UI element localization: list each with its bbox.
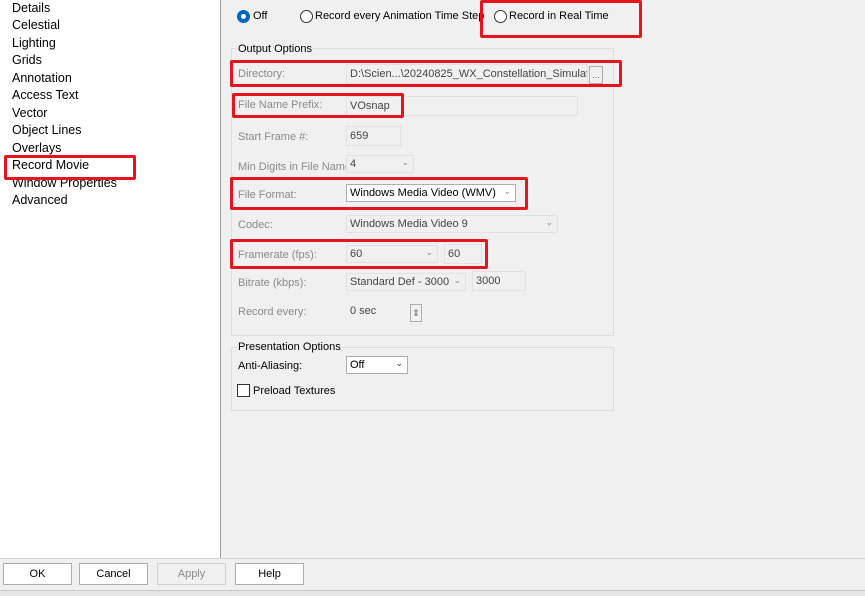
output-options-title: Output Options <box>237 43 313 55</box>
nav-item-access-text[interactable]: Access Text <box>12 87 78 103</box>
nav-item-details[interactable]: Details <box>12 0 50 16</box>
record-every-field[interactable]: 0 sec <box>346 301 408 321</box>
file-format-combo[interactable]: Windows Media Video (WMV) ⌄ <box>346 184 516 202</box>
browse-directory-button[interactable]: ... <box>589 66 603 84</box>
nav-item-advanced[interactable]: Advanced <box>12 192 68 208</box>
radio-record-every-step-label: Record every Animation Time Step <box>315 10 485 22</box>
nav-item-object-lines[interactable]: Object Lines <box>12 122 81 138</box>
bitrate-combo[interactable]: Standard Def - 3000 ⌄ <box>346 273 466 291</box>
min-digits-combo[interactable]: 4 ⌄ <box>346 155 414 173</box>
nav-item-vector[interactable]: Vector <box>12 105 47 121</box>
anti-aliasing-value: Off <box>350 359 365 371</box>
radio-off-label: Off <box>253 10 268 22</box>
bitrate-number-field[interactable]: 3000 <box>472 271 526 291</box>
ok-button[interactable]: OK <box>3 563 72 585</box>
file-prefix-label: File Name Prefix: <box>238 99 323 111</box>
bitrate-label: Bitrate (kbps): <box>238 277 307 289</box>
status-strip <box>0 590 865 596</box>
directory-field[interactable]: D:\Scien...\20240825_WX_Constellation_Si… <box>346 64 588 84</box>
anti-aliasing-combo[interactable]: Off ⌄ <box>346 356 408 374</box>
nav-item-overlays[interactable]: Overlays <box>12 140 61 156</box>
preload-textures-checkbox[interactable] <box>237 384 250 397</box>
file-prefix-field[interactable]: VOsnap <box>346 96 578 116</box>
framerate-combo[interactable]: 60 ⌄ <box>346 245 438 263</box>
apply-button[interactable]: Apply <box>157 563 226 585</box>
framerate-label: Framerate (fps): <box>238 249 317 261</box>
radio-off[interactable] <box>237 10 250 23</box>
nav-item-record-movie[interactable]: Record Movie <box>12 157 89 173</box>
cancel-button[interactable]: Cancel <box>79 563 148 585</box>
directory-label: Directory: <box>238 68 286 80</box>
chevron-down-icon: ⌄ <box>453 275 461 285</box>
start-frame-label: Start Frame #: <box>238 131 309 143</box>
presentation-options-group <box>231 347 614 411</box>
chevron-down-icon: ⌄ <box>395 358 403 368</box>
preload-textures-label: Preload Textures <box>253 385 336 397</box>
nav-item-window-properties[interactable]: Window Properties <box>12 175 117 191</box>
spinner-icon[interactable]: ⇕ <box>410 304 422 322</box>
chevron-down-icon: ⌄ <box>425 247 433 257</box>
radio-record-real-time-label: Record in Real Time <box>509 10 609 22</box>
min-digits-label: Min Digits in File Name: <box>238 161 355 173</box>
chevron-down-icon: ⌄ <box>503 186 511 196</box>
nav-item-lighting[interactable]: Lighting <box>12 35 56 51</box>
file-format-value: Windows Media Video (WMV) <box>350 187 496 199</box>
chevron-down-icon: ⌄ <box>545 217 553 227</box>
file-format-label: File Format: <box>238 189 297 201</box>
anti-aliasing-label: Anti-Aliasing: <box>238 360 303 372</box>
framerate-number-field[interactable]: 60 <box>444 244 482 264</box>
codec-label: Codec: <box>238 219 273 231</box>
nav-item-annotation[interactable]: Annotation <box>12 70 72 86</box>
codec-combo[interactable]: Windows Media Video 9 ⌄ <box>346 215 558 233</box>
chevron-down-icon: ⌄ <box>401 157 409 167</box>
category-list: Details Celestial Lighting Grids Annotat… <box>0 0 221 558</box>
nav-item-grids[interactable]: Grids <box>12 52 42 68</box>
start-frame-field[interactable]: 659 <box>346 126 401 146</box>
radio-record-every-step[interactable] <box>300 10 313 23</box>
help-button[interactable]: Help <box>235 563 304 585</box>
min-digits-value: 4 <box>350 158 357 170</box>
framerate-value: 60 <box>350 248 363 260</box>
radio-record-real-time[interactable] <box>494 10 507 23</box>
record-every-label: Record every: <box>238 306 307 318</box>
bitrate-value: Standard Def - 3000 <box>350 276 450 288</box>
nav-item-celestial[interactable]: Celestial <box>12 17 60 33</box>
presentation-options-title: Presentation Options <box>237 341 342 353</box>
codec-value: Windows Media Video 9 <box>350 218 468 230</box>
